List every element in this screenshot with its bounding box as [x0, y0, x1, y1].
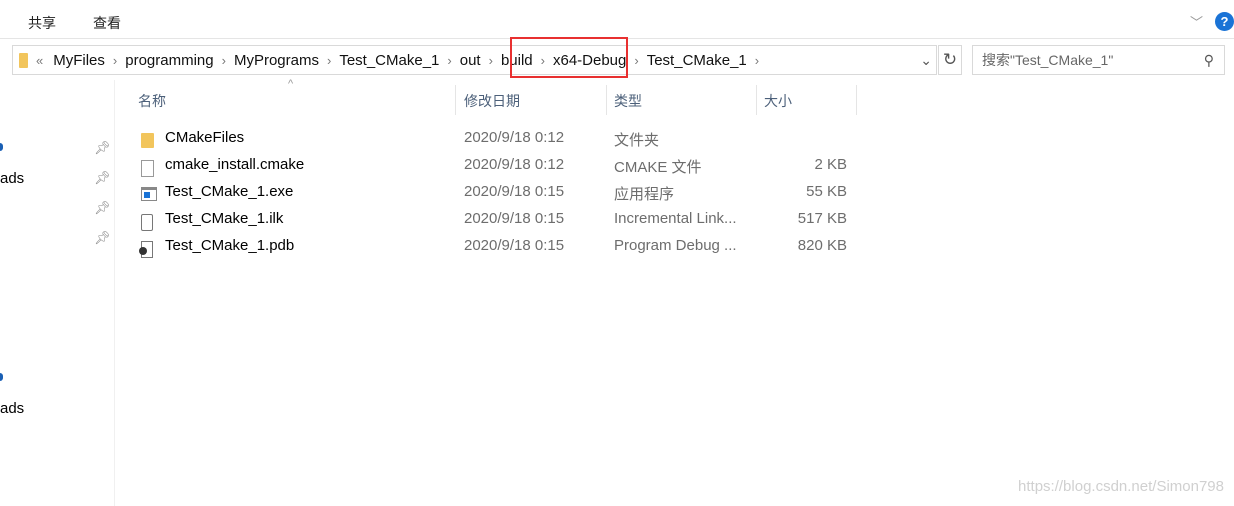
expand-ribbon-chevron-icon[interactable]: ﹀	[1190, 12, 1203, 31]
file-name[interactable]: Test_CMake_1.ilk	[165, 210, 283, 227]
file-date: 2020/9/18 0:15	[464, 210, 565, 227]
file-row[interactable]: Test_CMake_1.pdb 2020/9/18 0:15 Program …	[138, 232, 858, 259]
file-name[interactable]: Test_CMake_1.exe	[165, 183, 293, 200]
crumb-test-cmake[interactable]: Test_CMake_1	[331, 52, 447, 69]
crumb-test-cmake-current[interactable]: Test_CMake_1	[639, 52, 755, 69]
sidebar-item[interactable]: ads	[0, 400, 24, 417]
refresh-button[interactable]: ↻	[938, 45, 962, 75]
file-row[interactable]: CMakeFiles 2020/9/18 0:12 文件夹	[138, 124, 858, 151]
file-type: Program Debug ...	[614, 237, 737, 254]
sidebar-divider	[114, 80, 115, 506]
sort-ascending-icon: ^	[288, 78, 294, 90]
history-dropdown-icon[interactable]: ⌄	[920, 52, 932, 69]
file-size: 820 KB	[797, 237, 847, 254]
pdb-file-icon	[139, 236, 153, 258]
column-divider[interactable]	[756, 85, 757, 115]
file-name[interactable]: CMakeFiles	[165, 129, 244, 146]
tab-view[interactable]: 查看	[93, 13, 121, 33]
nav-icon	[0, 373, 3, 381]
highlight-box	[510, 37, 628, 78]
pin-icon[interactable]: 📌︎	[94, 200, 111, 216]
file-row[interactable]: Test_CMake_1.ilk 2020/9/18 0:15 Incremen…	[138, 205, 858, 232]
overflow-chevron[interactable]: «	[28, 53, 51, 68]
file-date: 2020/9/18 0:15	[464, 183, 565, 200]
file-date: 2020/9/18 0:12	[464, 156, 565, 173]
column-divider[interactable]	[455, 85, 456, 115]
file-type: Incremental Link...	[614, 210, 737, 227]
column-type[interactable]: 类型	[614, 91, 642, 111]
crumb-out[interactable]: out	[452, 52, 489, 69]
pin-icon[interactable]: 📌︎	[94, 170, 111, 186]
nav-icon	[0, 143, 3, 151]
watermark: https://blog.csdn.net/Simon798	[1018, 478, 1224, 495]
search-placeholder: 搜索"Test_CMake_1"	[982, 52, 1114, 68]
file-name[interactable]: cmake_install.cmake	[165, 156, 304, 173]
crumb-myfiles[interactable]: MyFiles	[51, 52, 113, 69]
tab-share[interactable]: 共享	[28, 13, 56, 33]
file-type: CMAKE 文件	[614, 159, 702, 176]
file-row[interactable]: cmake_install.cmake 2020/9/18 0:12 CMAKE…	[138, 151, 858, 178]
column-name[interactable]: 名称	[138, 91, 166, 111]
column-date[interactable]: 修改日期	[464, 91, 520, 111]
column-size[interactable]: 大小	[764, 91, 792, 111]
file-size: 55 KB	[806, 183, 847, 200]
search-icon[interactable]: ⚲	[1204, 46, 1214, 74]
chevron-right-icon[interactable]: ›	[755, 53, 759, 68]
file-type: 应用程序	[614, 186, 675, 203]
pin-icon[interactable]: 📌︎	[94, 140, 111, 156]
column-divider[interactable]	[606, 85, 607, 115]
file-row[interactable]: Test_CMake_1.exe 2020/9/18 0:15 应用程序 55 …	[138, 178, 858, 205]
search-input[interactable]: 搜索"Test_CMake_1" ⚲	[972, 45, 1225, 75]
file-size: 2 KB	[814, 156, 847, 173]
column-divider[interactable]	[856, 85, 857, 115]
file-type: 文件夹	[614, 132, 660, 149]
file-name[interactable]: Test_CMake_1.pdb	[165, 237, 294, 254]
crumb-myprograms[interactable]: MyPrograms	[226, 52, 327, 69]
help-icon[interactable]: ?	[1215, 12, 1234, 31]
file-size: 517 KB	[797, 210, 847, 227]
folder-icon	[19, 52, 28, 68]
file-date: 2020/9/18 0:15	[464, 237, 565, 254]
file-date: 2020/9/18 0:12	[464, 129, 565, 146]
pin-icon[interactable]: 📌︎	[94, 230, 111, 246]
exe-icon	[141, 182, 157, 201]
sidebar-item[interactable]: ads	[0, 170, 24, 187]
address-bar[interactable]: « MyFiles › programming › MyPrograms › Test…	[12, 45, 937, 75]
crumb-programming[interactable]: programming	[117, 52, 221, 69]
